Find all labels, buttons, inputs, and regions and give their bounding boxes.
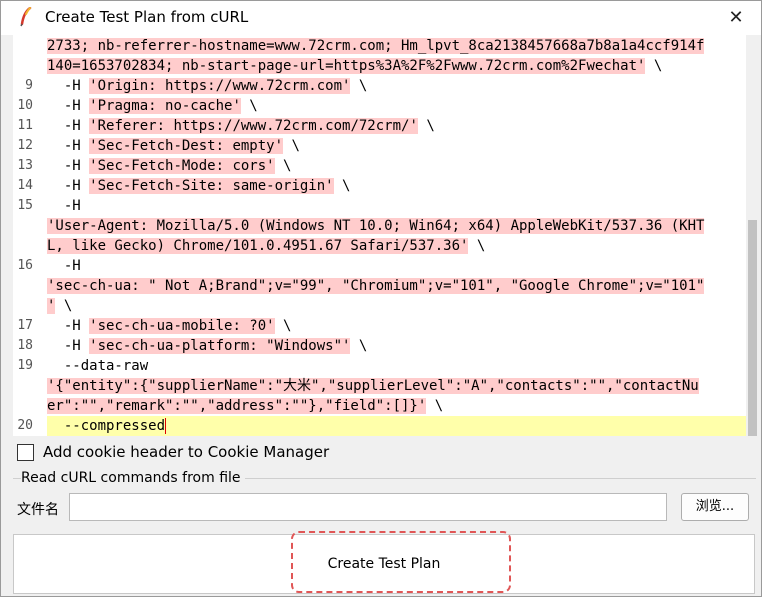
code-line: --compressed [47,416,167,436]
curl-editor[interactable]: 9 10 11 12 13 14 15 16 17 18 19 20 2733; nb-referre… [13,35,759,436]
code-string-literal: er":"","remark":"","address":""},"field"… [47,398,427,414]
code-text: \ [417,118,435,134]
code-text: -H [47,118,90,134]
code-line: L, like Gecko) Chrome/101.0.4951.67 Safa… [47,236,485,256]
code-text: --data-raw [47,358,149,374]
code-text: --compressed [47,418,166,434]
code-line: -H 'sec-ch-ua-platform: "Windows"' \ [47,336,367,356]
code-line: '{"entity":{"supplierName":"大米","supplie… [47,376,699,396]
feather-icon [20,7,32,27]
line-number: 18 [17,338,33,353]
scrollbar-thumb[interactable] [748,220,757,436]
create-test-plan-dialog: Create Test Plan from cURL ✕ 9 10 11 12 13 14… [0,0,762,597]
code-line: -H 'Sec-Fetch-Dest: empty' \ [47,136,300,156]
line-number: 17 [17,318,33,333]
line-number: 13 [17,158,33,173]
code-line: 'User-Agent: Mozilla/5.0 (Windows NT 10.… [47,216,705,236]
code-string-literal: 'Sec-Fetch-Mode: cors' [89,158,275,174]
code-string-literal: '{"entity":{"supplierName":"大米","supplie… [47,378,699,394]
editor-vertical-scrollbar[interactable] [746,35,759,436]
code-line: -H 'Origin: https://www.72crm.com' \ [47,76,367,96]
code-line: er":"","remark":"","address":""},"field"… [47,396,443,416]
code-string-literal: 'Pragma: no-cache' [89,98,241,114]
cookie-checkbox-label: Add cookie header to Cookie Manager [43,443,330,461]
cookie-checkbox[interactable] [17,443,34,461]
code-area[interactable]: 2733; nb-referrer-hostname=www.72crm.com… [47,35,747,436]
code-string-literal: 'sec-ch-ua-mobile: ?0' [89,318,275,334]
file-path-input[interactable] [69,493,667,521]
code-text: \ [274,158,292,174]
code-string-literal: 'Sec-Fetch-Dest: empty' [89,138,284,154]
code-text: \ [468,238,486,254]
file-name-label: 文件名 [17,502,59,518]
code-text: -H [47,98,90,114]
close-button[interactable]: ✕ [719,4,753,32]
code-text: -H [47,178,90,194]
line-number: 20 [17,418,33,433]
code-string-literal: 2733; nb-referrer-hostname=www.72crm.com… [47,38,705,54]
code-string-literal: 'sec-ch-ua: " Not A;Brand";v="99", "Chro… [47,278,705,294]
line-number: 15 [17,198,33,213]
code-line: -H [47,256,81,276]
code-text: \ [426,398,444,414]
code-text: \ [350,78,368,94]
code-text: -H [47,158,90,174]
close-icon: ✕ [728,7,744,28]
cookie-option[interactable]: Add cookie header to Cookie Manager [17,441,329,463]
code-line: 140=1653702834; nb-start-page-url=https%… [47,56,662,76]
code-line: -H 'Pragma: no-cache' \ [47,96,258,116]
file-section-title: Read cURL commands from file [21,470,245,486]
code-line: --data-raw [47,356,148,376]
code-line: 'sec-ch-ua: " Not A;Brand";v="99", "Chro… [47,276,705,296]
code-line: -H [47,196,81,216]
code-text: \ [333,178,351,194]
code-line: -H 'Sec-Fetch-Site: same-origin' \ [47,176,350,196]
code-text: -H [47,318,90,334]
code-line: 2733; nb-referrer-hostname=www.72crm.com… [47,36,705,56]
code-text: \ [283,138,300,154]
create-test-plan-label: Create Test Plan [327,556,441,572]
code-text: \ [55,298,73,314]
code-text: \ [274,318,292,334]
code-text: \ [645,58,663,74]
browse-button[interactable]: 浏览... [681,493,749,521]
code-text: -H [47,138,90,154]
line-number-gutter: 9 10 11 12 13 14 15 16 17 18 19 20 [13,35,43,436]
code-string-literal: 'Origin: https://www.72crm.com' [89,78,351,94]
code-text: -H [47,198,81,214]
line-number: 19 [17,358,33,373]
window-title: Create Test Plan from cURL [45,8,249,26]
code-text: \ [350,338,368,354]
line-number: 10 [17,98,33,113]
line-number: 11 [17,118,33,133]
code-string-literal: 'User-Agent: Mozilla/5.0 (Windows NT 10.… [47,218,705,234]
line-number: 12 [17,138,33,153]
code-text: \ [240,98,258,114]
code-text: -H [47,338,90,354]
text-caret [165,418,167,434]
line-number: 9 [25,78,33,93]
code-line: ' \ [47,296,72,316]
code-text: -H [47,78,90,94]
code-line: -H 'Sec-Fetch-Mode: cors' \ [47,156,291,176]
line-number: 14 [17,178,33,193]
code-string-literal: 140=1653702834; nb-start-page-url=https%… [47,58,646,74]
code-string-literal: 'Sec-Fetch-Site: same-origin' [89,178,334,194]
code-line: -H 'sec-ch-ua-mobile: ?0' \ [47,316,291,336]
title-bar: Create Test Plan from cURL ✕ [1,1,761,35]
code-line: -H 'Referer: https://www.72crm.com/72crm… [47,116,435,136]
create-test-plan-button[interactable]: Create Test Plan [13,534,755,594]
code-text: -H [47,258,81,274]
code-string-literal: L, like Gecko) Chrome/101.0.4951.67 Safa… [47,238,469,254]
code-string-literal: 'sec-ch-ua-platform: "Windows"' [89,338,351,354]
code-string-literal: 'Referer: https://www.72crm.com/72crm/' [89,118,418,134]
line-number: 16 [17,258,33,273]
